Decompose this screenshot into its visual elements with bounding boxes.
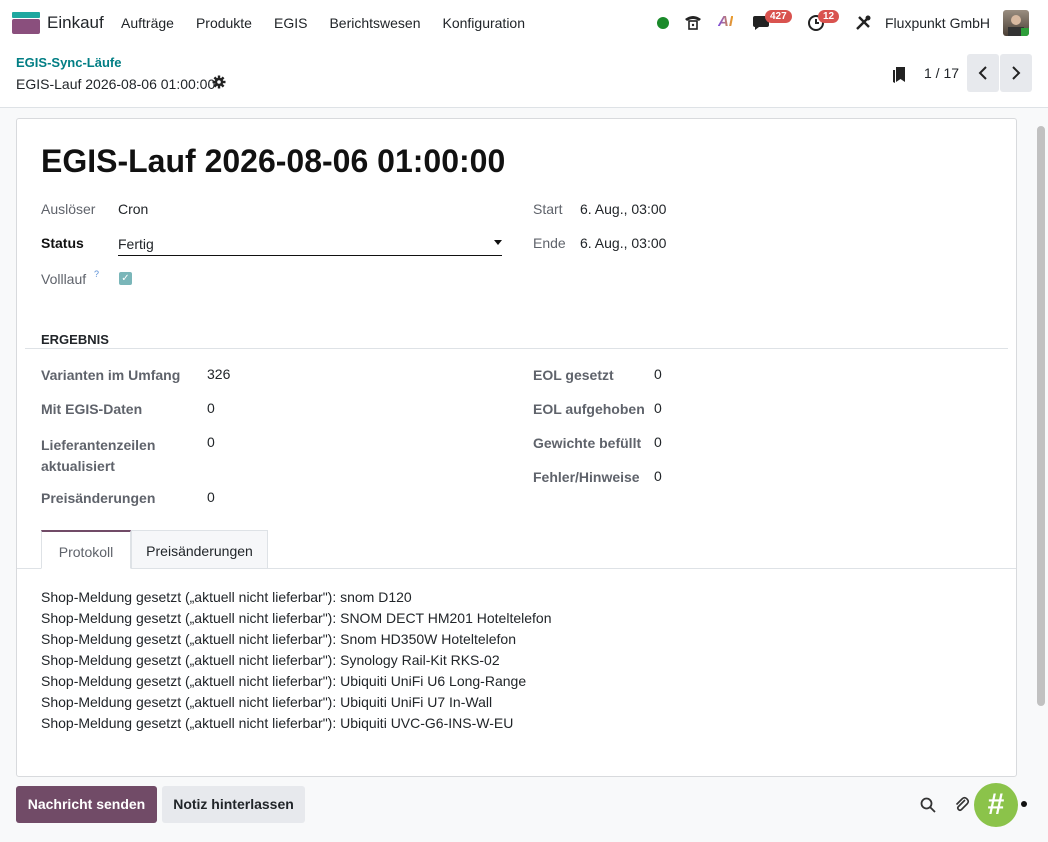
result-value: 0 <box>654 468 662 484</box>
main-menu: Aufträge Produkte EGIS Berichtswesen Kon… <box>110 0 536 46</box>
phone-icon[interactable] <box>683 13 703 31</box>
help-tooltip-icon[interactable]: ? <box>94 269 99 279</box>
pager-value[interactable]: 1 / 17 <box>924 65 959 81</box>
top-navbar: Einkauf Aufträge Produkte EGIS Berichtsw… <box>0 0 1048 46</box>
ausloeser-value: Cron <box>118 201 149 217</box>
section-separator <box>25 348 1008 349</box>
caret-down-icon <box>494 240 502 245</box>
app-name[interactable]: Einkauf <box>47 13 104 33</box>
log-line: Shop-Meldung gesetzt („aktuell nicht lie… <box>41 631 516 647</box>
result-label: EOL aufgehoben <box>533 401 645 417</box>
result-value: 0 <box>207 400 215 416</box>
start-label: Start <box>533 201 563 217</box>
chevron-right-icon <box>1012 66 1021 80</box>
pager-next-button[interactable] <box>1000 54 1032 92</box>
record-title: EGIS-Lauf 2026-08-06 01:00:00 <box>41 143 506 179</box>
gear-icon[interactable] <box>212 75 226 89</box>
company-switcher[interactable]: Fluxpunkt GmbH <box>885 15 990 31</box>
ende-label: Ende <box>533 235 566 251</box>
result-value: 0 <box>654 434 662 450</box>
ergebnis-section-title: ERGEBNIS <box>41 332 109 347</box>
log-line: Shop-Meldung gesetzt („aktuell nicht lie… <box>41 589 412 605</box>
breadcrumb-parent-link[interactable]: EGIS-Sync-Läufe <box>16 55 121 70</box>
status-select[interactable]: Fertig <box>118 232 502 256</box>
ausloeser-label: Auslöser <box>41 201 96 217</box>
result-label: Mit EGIS-Daten <box>41 401 143 417</box>
result-label: EOL gesetzt <box>533 367 614 383</box>
send-message-button[interactable]: Nachricht senden <box>16 786 157 823</box>
start-value: 6. Aug., 03:00 <box>580 201 667 217</box>
tab-protokoll[interactable]: Protokoll <box>41 530 131 569</box>
hashtag-widget-button[interactable]: # <box>974 783 1018 827</box>
log-line: Shop-Meldung gesetzt („aktuell nicht lie… <box>41 694 493 710</box>
menu-item-produkte[interactable]: Produkte <box>185 0 263 46</box>
menu-item-berichtswesen[interactable]: Berichtswesen <box>318 0 431 46</box>
log-line: Shop-Meldung gesetzt („aktuell nicht lie… <box>41 715 514 731</box>
breadcrumb-current: EGIS-Lauf 2026-08-06 01:00:00 <box>16 76 216 92</box>
paperclip-icon[interactable] <box>954 796 970 814</box>
log-note-button[interactable]: Notiz hinterlassen <box>162 786 305 823</box>
ai-icon[interactable]: AI <box>718 13 733 30</box>
pager-previous-button[interactable] <box>967 54 999 92</box>
result-value: 0 <box>207 434 215 450</box>
online-status-icon <box>657 17 669 29</box>
log-line: Shop-Meldung gesetzt („aktuell nicht lie… <box>41 610 552 626</box>
vollauf-label: Volllauf <box>41 271 87 287</box>
menu-item-egis[interactable]: EGIS <box>263 0 318 46</box>
result-value: 0 <box>207 489 215 505</box>
log-line: Shop-Meldung gesetzt („aktuell nicht lie… <box>41 673 527 689</box>
result-label: Lieferantenzeilen aktualisiert <box>41 437 156 474</box>
status-value: Fertig <box>118 236 154 252</box>
notification-dot-icon <box>1021 801 1027 807</box>
status-label: Status <box>41 235 84 251</box>
log-line: Shop-Meldung gesetzt („aktuell nicht lie… <box>41 652 500 668</box>
menu-item-auftraege[interactable]: Aufträge <box>110 0 185 46</box>
bookmarks-icon[interactable] <box>892 66 906 84</box>
search-icon[interactable] <box>920 797 936 813</box>
vollauf-checkbox[interactable]: ✓ <box>119 272 132 285</box>
result-value: 0 <box>654 366 662 382</box>
page-scrollbar[interactable] <box>1037 126 1045 706</box>
tools-icon[interactable] <box>854 14 872 32</box>
result-label: Gewichte befüllt <box>533 435 642 451</box>
form-sheet: EGIS-Lauf 2026-08-06 01:00:00 Auslöser C… <box>16 118 1017 777</box>
purchase-app-icon[interactable] <box>12 12 40 34</box>
tab-preisaenderungen[interactable]: Preisänderungen <box>131 530 268 569</box>
result-label: Preisänderungen <box>41 490 156 506</box>
user-avatar[interactable] <box>1003 10 1029 36</box>
activities-badge: 12 <box>818 10 840 23</box>
ende-value: 6. Aug., 03:00 <box>580 235 667 251</box>
result-label: Varianten im Umfang <box>41 367 181 383</box>
control-panel: EGIS-Sync-Läufe EGIS-Lauf 2026-08-06 01:… <box>0 46 1048 108</box>
protokoll-log: Shop-Meldung gesetzt („aktuell nicht lie… <box>41 587 552 734</box>
result-value: 0 <box>654 400 662 416</box>
menu-item-konfiguration[interactable]: Konfiguration <box>432 0 537 46</box>
chevron-left-icon <box>978 66 987 80</box>
messages-badge: 427 <box>765 10 792 23</box>
result-label: Fehler/Hinweise <box>533 469 640 485</box>
result-value: 326 <box>207 366 231 382</box>
